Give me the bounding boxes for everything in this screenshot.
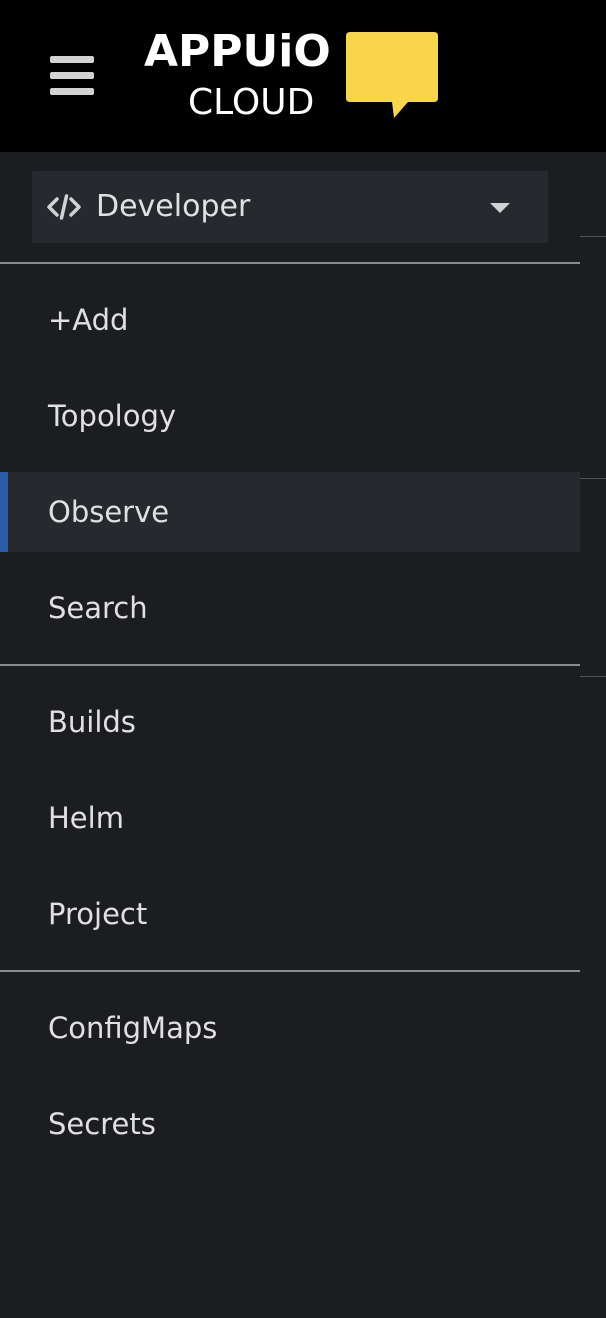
nav-item-label: Builds: [48, 705, 136, 739]
hamburger-menu-icon[interactable]: [50, 56, 94, 96]
nav-item-helm[interactable]: Helm: [0, 778, 580, 858]
nav-item-search[interactable]: Search: [0, 568, 580, 648]
nav-divider: [0, 262, 580, 264]
perspective-switcher[interactable]: Developer: [32, 171, 548, 243]
nav-item-label: ConfigMaps: [48, 1011, 218, 1045]
active-indicator: [0, 472, 8, 552]
nav-item-label: Helm: [48, 801, 124, 835]
logo-text-appuio: APPUiO: [144, 26, 331, 77]
nav-item-observe[interactable]: Observe: [0, 472, 580, 552]
main-content-edge: [580, 152, 606, 1318]
perspective-label: Developer: [96, 189, 251, 224]
logo-text-cloud: CLOUD: [188, 82, 315, 123]
nav-item-label: Secrets: [48, 1107, 156, 1141]
nav-item-secrets[interactable]: Secrets: [0, 1084, 580, 1164]
sidebar-nav: Developer +Add Topology Observe Search B…: [0, 152, 580, 1318]
brand-logo[interactable]: APPUiO CLOUD: [140, 26, 440, 126]
nav-item-label: Observe: [48, 495, 170, 529]
nav-item-builds[interactable]: Builds: [0, 682, 580, 762]
nav-item-label: +Add: [48, 303, 129, 337]
nav-item-label: Topology: [48, 399, 177, 433]
caret-down-icon: [490, 203, 510, 213]
nav-item-topology[interactable]: Topology: [0, 376, 580, 456]
nav-divider: [0, 664, 580, 666]
masthead: APPUiO CLOUD: [0, 0, 606, 152]
nav-item-label: Project: [48, 897, 148, 931]
code-icon: [47, 194, 81, 220]
speech-bubble-icon: [346, 32, 438, 118]
nav-item-project[interactable]: Project: [0, 874, 580, 954]
nav-item-add[interactable]: +Add: [0, 280, 580, 360]
nav-divider: [0, 970, 580, 972]
nav-item-configmaps[interactable]: ConfigMaps: [0, 988, 580, 1068]
nav-item-label: Search: [48, 591, 148, 625]
